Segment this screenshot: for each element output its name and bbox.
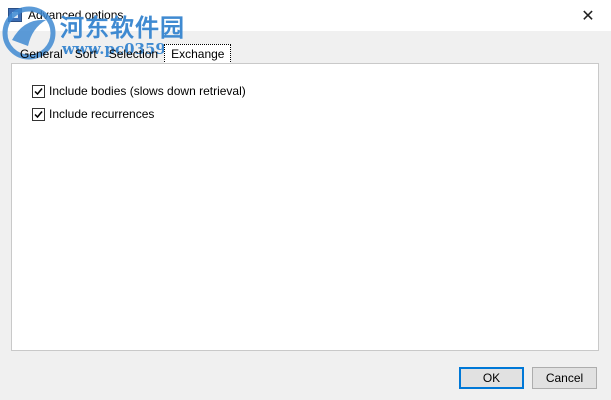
ok-button[interactable]: OK bbox=[459, 367, 524, 389]
app-icon bbox=[8, 8, 22, 22]
include-bodies-option[interactable]: Include bodies (slows down retrieval) bbox=[32, 84, 246, 98]
tab-sort[interactable]: Sort bbox=[69, 45, 103, 63]
title-bar: Advanced options ✕ bbox=[0, 0, 611, 31]
checkmark-icon bbox=[34, 110, 43, 118]
include-bodies-label: Include bodies (slows down retrieval) bbox=[49, 84, 246, 98]
cancel-button[interactable]: Cancel bbox=[532, 367, 597, 389]
include-recurrences-checkbox[interactable] bbox=[32, 107, 45, 121]
include-recurrences-label: Include recurrences bbox=[49, 107, 155, 121]
exchange-panel: Include bodies (slows down retrieval) In… bbox=[11, 63, 599, 351]
tab-exchange[interactable]: Exchange bbox=[164, 44, 232, 64]
tab-selection[interactable]: Selection bbox=[103, 45, 164, 63]
close-button[interactable]: ✕ bbox=[565, 0, 611, 31]
tab-strip: General Sort Selection Exchange bbox=[14, 44, 232, 64]
include-bodies-checkbox[interactable] bbox=[32, 84, 45, 98]
include-recurrences-option[interactable]: Include recurrences bbox=[32, 107, 154, 121]
tab-general[interactable]: General bbox=[14, 45, 69, 63]
window-title: Advanced options bbox=[28, 8, 124, 22]
checkmark-icon bbox=[34, 87, 43, 95]
